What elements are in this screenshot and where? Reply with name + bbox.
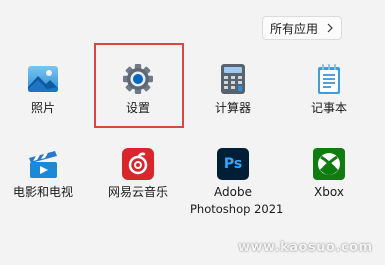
all-apps-button[interactable]: 所有应用 — [262, 16, 342, 40]
app-tile-photoshop[interactable]: Ps Adobe Photoshop 2021 — [190, 145, 284, 220]
app-tile-photos[interactable]: 照片 — [0, 58, 86, 118]
app-tile-xbox[interactable]: Xbox — [286, 145, 372, 205]
netease-music-icon — [122, 148, 154, 180]
app-tile-movies-tv[interactable]: 电影和电视 — [0, 145, 86, 205]
app-label: 记事本 — [310, 101, 347, 115]
photoshop-icon-text: Ps — [223, 156, 243, 172]
app-label: 照片 — [30, 101, 55, 115]
watermark-text: www.kaosuo.com — [238, 240, 373, 255]
app-tile-notepad[interactable]: 记事本 — [286, 58, 372, 118]
calculator-icon — [221, 64, 245, 94]
notepad-icon — [318, 64, 340, 94]
xbox-icon — [313, 148, 345, 180]
movies-tv-icon — [29, 151, 57, 178]
app-label: 电影和电视 — [12, 185, 73, 199]
photos-icon — [28, 66, 58, 92]
app-tile-netease-music[interactable]: 网易云音乐 — [95, 145, 181, 205]
app-tile-calculator[interactable]: 计算器 — [190, 58, 276, 118]
app-label: Xbox — [314, 185, 344, 199]
app-label: 计算器 — [214, 101, 251, 115]
chevron-right-icon — [327, 23, 333, 33]
app-label: Adobe — [214, 185, 252, 199]
top-bar — [0, 0, 385, 8]
app-label-line2: Photoshop 2021 — [190, 202, 284, 216]
settings-highlight-box — [94, 43, 184, 128]
all-apps-label: 所有应用 — [269, 21, 318, 36]
app-label: 网易云音乐 — [107, 185, 168, 199]
